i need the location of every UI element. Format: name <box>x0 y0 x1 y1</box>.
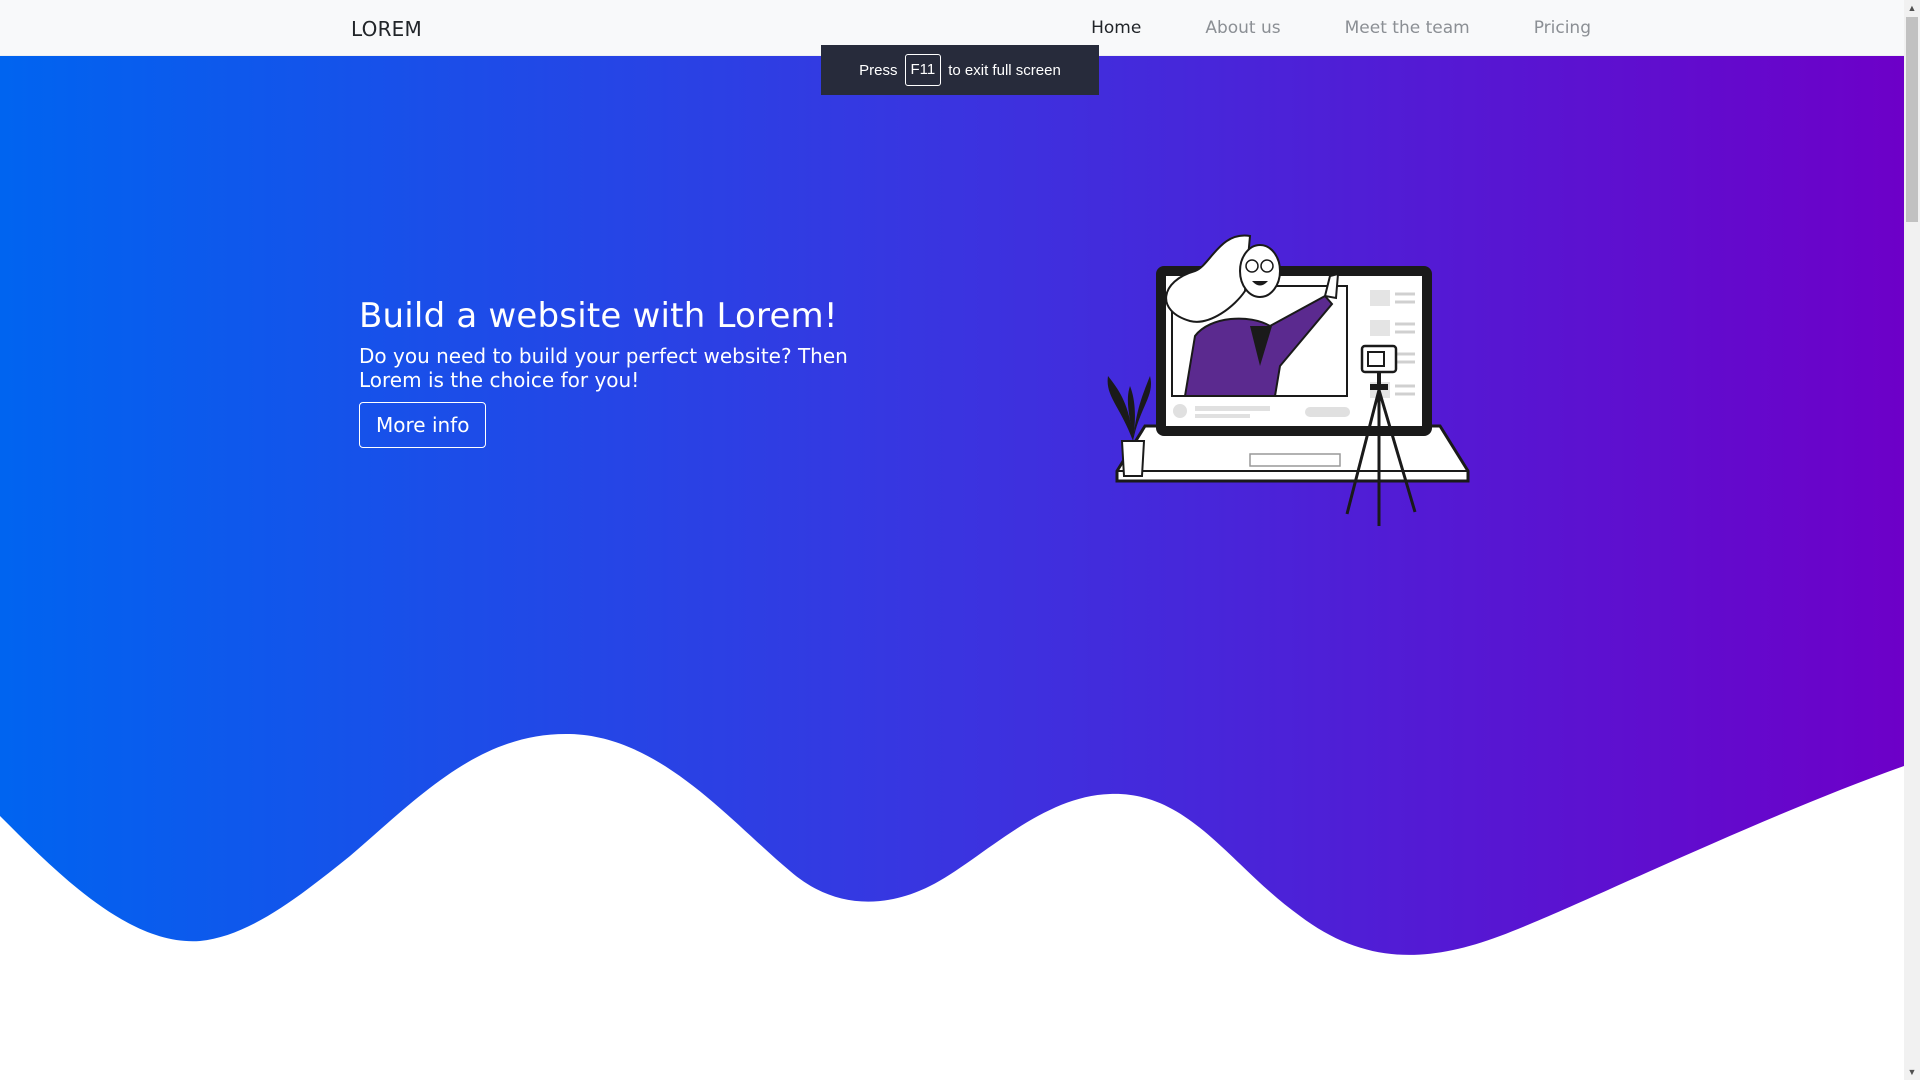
hero-subtitle: Do you need to build your perfect websit… <box>359 344 848 392</box>
page-scrollbar[interactable]: ▲ ▼ <box>1904 0 1920 1080</box>
more-info-button[interactable]: More info <box>359 402 487 448</box>
scroll-up-arrow-icon[interactable]: ▲ <box>1904 0 1920 16</box>
scrollbar-thumb[interactable] <box>1906 17 1918 222</box>
hero-title: Build a website with Lorem! <box>359 296 838 336</box>
fullscreen-notice-suffix: to exit full screen <box>948 61 1061 79</box>
fullscreen-exit-notice: Press F11 to exit full screen <box>821 45 1099 95</box>
brand-logo[interactable]: LOREM <box>351 17 422 41</box>
nav-link-about-us[interactable]: About us <box>1173 0 1312 56</box>
scroll-down-arrow-icon[interactable]: ▼ <box>1904 1064 1920 1080</box>
nav-link-pricing[interactable]: Pricing <box>1502 0 1591 56</box>
hero-gradient-wave-background <box>0 56 1904 955</box>
hero-section: Build a website with Lorem! Do you need … <box>0 56 1904 1080</box>
fullscreen-notice-prefix: Press <box>859 61 898 79</box>
nav-link-meet-the-team[interactable]: Meet the team <box>1313 0 1502 56</box>
laptop-vlogger-illustration <box>1107 234 1470 526</box>
hero-text-block: Build a website with Lorem! Do you need … <box>359 296 919 448</box>
nav-links: Home About us Meet the team Pricing <box>1059 0 1591 56</box>
f11-key-badge: F11 <box>904 54 942 86</box>
